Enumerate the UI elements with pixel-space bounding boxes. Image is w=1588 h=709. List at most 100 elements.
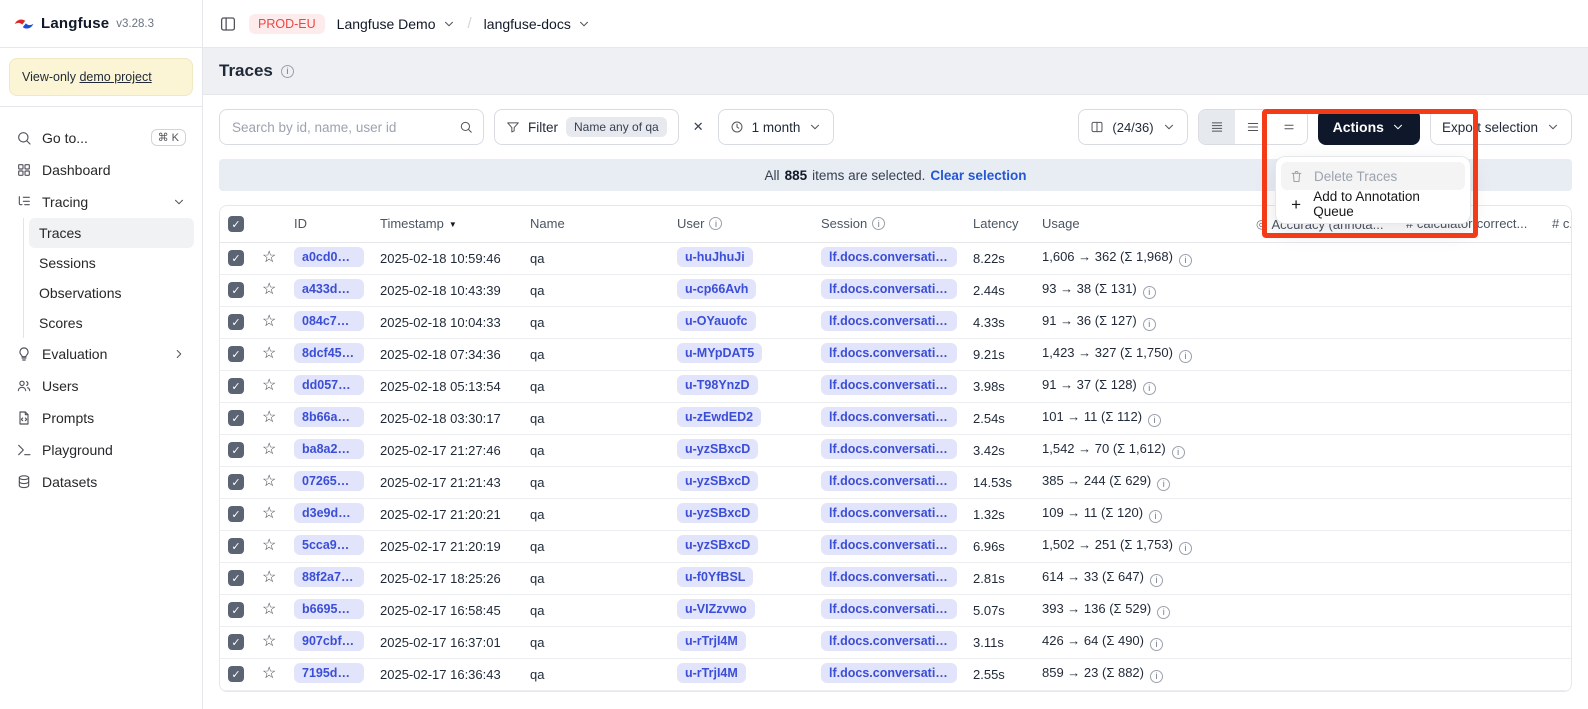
info-icon[interactable]: i	[1172, 446, 1185, 459]
session-badge[interactable]: lf.docs.conversation...	[821, 279, 957, 299]
info-icon[interactable]: i	[1157, 478, 1170, 491]
sidebar-toggle-icon[interactable]	[219, 15, 237, 33]
trace-id-badge[interactable]: 8b66a34...	[294, 407, 364, 427]
user-badge[interactable]: u-f0YfBSL	[677, 567, 753, 587]
row-checkbox[interactable]: ✓	[228, 346, 244, 362]
row-checkbox[interactable]: ✓	[228, 410, 244, 426]
info-icon[interactable]: i	[1179, 542, 1192, 555]
header-name[interactable]: Name	[522, 206, 669, 242]
trace-id-badge[interactable]: 88f2a7b0...	[294, 567, 364, 587]
trace-id-badge[interactable]: 07265c7a...	[294, 471, 364, 491]
info-icon[interactable]: i	[1157, 606, 1170, 619]
info-icon[interactable]: i	[1150, 670, 1163, 683]
info-icon[interactable]: i	[1143, 318, 1156, 331]
star-icon[interactable]: ☆	[262, 665, 276, 682]
table-row[interactable]: ✓ ☆ dd05753... 2025-02-18 05:13:54 qa u-…	[220, 370, 1572, 402]
info-icon[interactable]: i	[1179, 350, 1192, 363]
trace-id-badge[interactable]: a0cd0d9...	[294, 247, 364, 267]
table-row[interactable]: ✓ ☆ 8b66a34... 2025-02-18 03:30:17 qa u-…	[220, 402, 1572, 434]
header-timestamp[interactable]: Timestamp▼	[372, 206, 522, 242]
select-all-checkbox[interactable]: ✓	[228, 216, 244, 232]
trace-id-badge[interactable]: 7195d78e...	[294, 663, 364, 683]
session-badge[interactable]: lf.docs.conversation...	[821, 407, 957, 427]
table-row[interactable]: ✓ ☆ 88f2a7b0... 2025-02-17 18:25:26 qa u…	[220, 562, 1572, 594]
header-latency[interactable]: Latency	[965, 206, 1034, 242]
trace-id-badge[interactable]: 5cca9cf2...	[294, 535, 364, 555]
trace-id-badge[interactable]: ba8a208f...	[294, 439, 364, 459]
table-row[interactable]: ✓ ☆ 907cbf6e... 2025-02-17 16:37:01 qa u…	[220, 626, 1572, 658]
row-checkbox[interactable]: ✓	[228, 666, 244, 682]
row-checkbox[interactable]: ✓	[228, 378, 244, 394]
star-icon[interactable]: ☆	[262, 441, 276, 458]
row-checkbox[interactable]: ✓	[228, 538, 244, 554]
star-icon[interactable]: ☆	[262, 505, 276, 522]
search-input[interactable]	[230, 119, 451, 136]
trace-id-badge[interactable]: 907cbf6e...	[294, 631, 364, 651]
star-icon[interactable]: ☆	[262, 313, 276, 330]
user-badge[interactable]: u-zEwdED2	[677, 407, 761, 427]
session-badge[interactable]: lf.docs.conversation...	[821, 503, 957, 523]
star-icon[interactable]: ☆	[262, 377, 276, 394]
trace-id-badge[interactable]: d3e9d1f2...	[294, 503, 364, 523]
sidebar-item-evaluation[interactable]: Evaluation	[8, 338, 194, 370]
table-row[interactable]: ✓ ☆ a0cd0d9... 2025-02-18 10:59:46 qa u-…	[220, 242, 1572, 274]
trace-id-badge[interactable]: a433de51...	[294, 279, 364, 299]
trace-id-badge[interactable]: 084c739...	[294, 311, 364, 331]
info-icon[interactable]: i	[1179, 254, 1192, 267]
session-badge[interactable]: lf.docs.conversation...	[821, 311, 957, 331]
table-row[interactable]: ✓ ☆ 8dcf4574... 2025-02-18 07:34:36 qa u…	[220, 338, 1572, 370]
sidebar-item-goto[interactable]: Go to... ⌘ K	[8, 121, 194, 154]
row-height-small-button[interactable]	[1199, 110, 1235, 144]
header-id[interactable]: ID	[286, 206, 372, 242]
user-badge[interactable]: u-OYauofc	[677, 311, 756, 331]
user-badge[interactable]: u-rTrjI4M	[677, 631, 746, 651]
sidebar-item-observations[interactable]: Observations	[29, 278, 194, 308]
table-row[interactable]: ✓ ☆ ba8a208f... 2025-02-17 21:27:46 qa u…	[220, 434, 1572, 466]
session-badge[interactable]: lf.docs.conversation...	[821, 343, 957, 363]
user-badge[interactable]: u-huJhuJi	[677, 247, 753, 267]
user-badge[interactable]: u-yzSBxcD	[677, 503, 758, 523]
sidebar-item-prompts[interactable]: Prompts	[8, 402, 194, 434]
header-session[interactable]: Sessioni	[813, 206, 965, 242]
sidebar-item-datasets[interactable]: Datasets	[8, 466, 194, 498]
user-badge[interactable]: u-MYpDAT5	[677, 343, 762, 363]
info-icon[interactable]: i	[1143, 286, 1156, 299]
filter-button[interactable]: Filter Name any of qa	[494, 109, 679, 145]
table-row[interactable]: ✓ ☆ 07265c7a... 2025-02-17 21:21:43 qa u…	[220, 466, 1572, 498]
session-badge[interactable]: lf.docs.conversation...	[821, 247, 957, 267]
row-height-large-button[interactable]	[1271, 110, 1307, 144]
sidebar-item-playground[interactable]: Playground	[8, 434, 194, 466]
info-icon[interactable]: i	[1143, 382, 1156, 395]
sidebar-item-sessions[interactable]: Sessions	[29, 248, 194, 278]
star-icon[interactable]: ☆	[262, 601, 276, 618]
user-badge[interactable]: u-yzSBxcD	[677, 535, 758, 555]
table-row[interactable]: ✓ ☆ d3e9d1f2... 2025-02-17 21:20:21 qa u…	[220, 498, 1572, 530]
user-badge[interactable]: u-yzSBxcD	[677, 439, 758, 459]
session-badge[interactable]: lf.docs.conversation...	[821, 599, 957, 619]
row-checkbox[interactable]: ✓	[228, 634, 244, 650]
time-range-button[interactable]: 1 month	[718, 109, 835, 145]
clear-filter-button[interactable]: ✕	[689, 115, 708, 139]
user-badge[interactable]: u-VIZzvwo	[677, 599, 755, 619]
header-user[interactable]: Useri	[669, 206, 813, 242]
row-checkbox[interactable]: ✓	[228, 602, 244, 618]
session-badge[interactable]: lf.docs.conversation...	[821, 375, 957, 395]
star-icon[interactable]: ☆	[262, 537, 276, 554]
row-checkbox[interactable]: ✓	[228, 570, 244, 586]
sidebar-item-traces[interactable]: Traces	[29, 218, 194, 248]
star-icon[interactable]: ☆	[262, 409, 276, 426]
star-icon[interactable]: ☆	[262, 345, 276, 362]
row-checkbox[interactable]: ✓	[228, 250, 244, 266]
user-badge[interactable]: u-yzSBxcD	[677, 471, 758, 491]
info-icon[interactable]: i	[1150, 638, 1163, 651]
row-checkbox[interactable]: ✓	[228, 282, 244, 298]
sidebar-item-users[interactable]: Users	[8, 370, 194, 402]
search-icon[interactable]	[459, 120, 473, 134]
header-usage[interactable]: Usage	[1034, 206, 1248, 242]
user-badge[interactable]: u-cp66Avh	[677, 279, 756, 299]
sidebar-item-dashboard[interactable]: Dashboard	[8, 154, 194, 186]
trace-id-badge[interactable]: 8dcf4574...	[294, 343, 364, 363]
table-row[interactable]: ✓ ☆ 5cca9cf2... 2025-02-17 21:20:19 qa u…	[220, 530, 1572, 562]
user-badge[interactable]: u-rTrjI4M	[677, 663, 746, 683]
org-selector[interactable]: Langfuse Demo	[337, 16, 456, 32]
